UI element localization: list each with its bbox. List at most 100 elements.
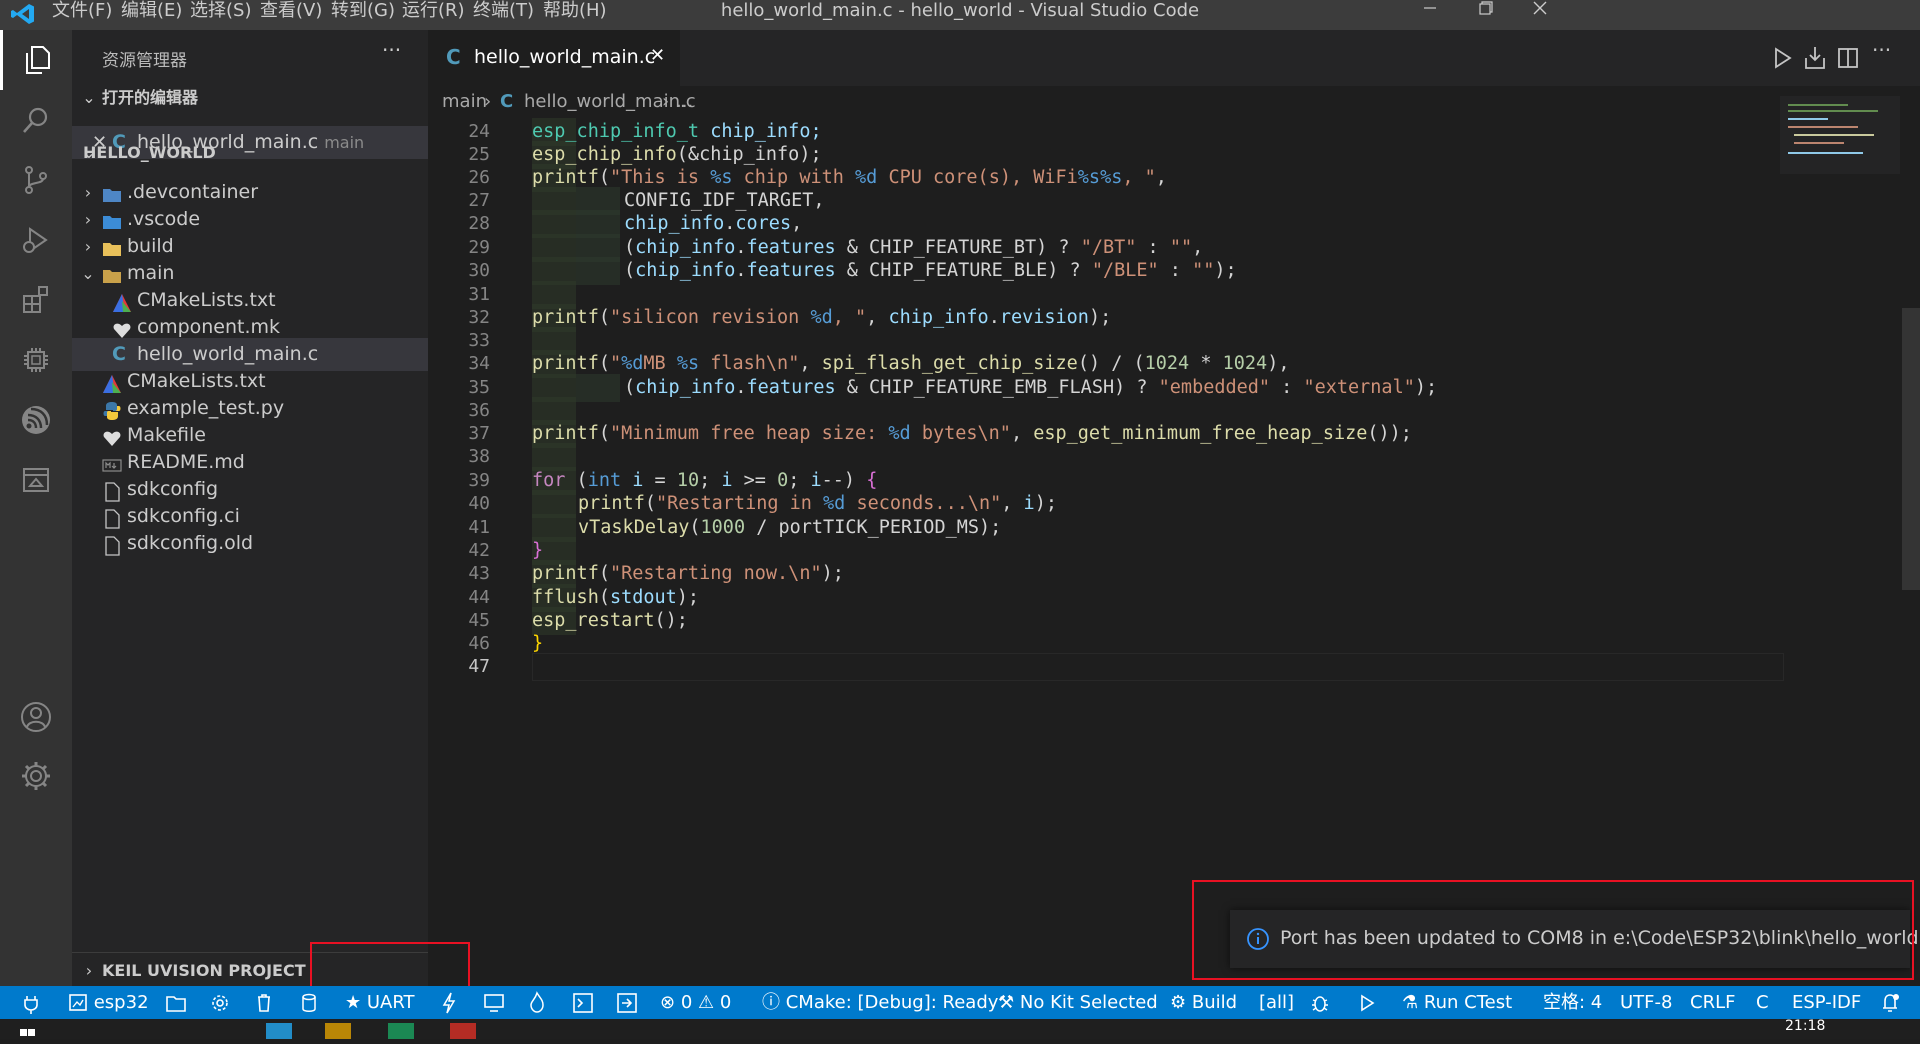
source-control-icon[interactable]: [0, 150, 72, 210]
code-line-30: (chip_info.features & CHIP_FEATURE_BLE) …: [624, 260, 1237, 281]
open-editors-section[interactable]: ⌄ 打开的编辑器: [72, 82, 428, 114]
language-selector[interactable]: C: [1756, 986, 1769, 1019]
minimize-button[interactable]: [1402, 0, 1458, 30]
play-icon[interactable]: [1358, 986, 1376, 1019]
esp-target-button[interactable]: esp32: [68, 986, 149, 1019]
remote-explorer-icon[interactable]: [0, 450, 72, 510]
uart-label: UART: [366, 992, 415, 1013]
debug-bug-icon[interactable]: [1310, 986, 1330, 1019]
flash-icon[interactable]: [440, 986, 458, 1019]
open-editors-title: 打开的编辑器: [102, 88, 199, 107]
chip-icon[interactable]: [0, 330, 72, 390]
tree-file-sdkconfig-old[interactable]: sdkconfig.old: [72, 527, 428, 560]
tab-hello-world-main[interactable]: C hello_world_main.c ✕: [428, 30, 680, 87]
breadcrumb-symbol[interactable]: ...: [676, 86, 693, 118]
build-button[interactable]: ⚙ Build: [1170, 986, 1237, 1019]
menu-selection[interactable]: 选择(S): [190, 0, 251, 30]
code-line-35: (chip_info.features & CHIP_FEATURE_EMB_F…: [624, 377, 1438, 398]
cmake-icon: [112, 291, 132, 312]
info-icon: ⓘ: [762, 992, 780, 1013]
explorer-taskbar-icon[interactable]: [325, 1023, 351, 1039]
menu-terminal[interactable]: 终端(T): [473, 0, 534, 30]
run-debug-icon[interactable]: [0, 210, 72, 270]
windows-taskbar: 21:18: [0, 1018, 1920, 1039]
espressif-icon[interactable]: [0, 390, 72, 450]
indent-guide: [576, 374, 620, 402]
c-file-icon: C: [500, 91, 514, 112]
encoding-selector[interactable]: UTF-8: [1620, 986, 1672, 1019]
esp-idf-indicator[interactable]: ESP-IDF: [1792, 986, 1861, 1019]
sidebar-header: 资源管理器 ···: [72, 30, 428, 86]
close-tab-icon[interactable]: ✕: [650, 45, 665, 66]
windows-start-icon[interactable]: [20, 1023, 36, 1039]
database-icon[interactable]: [300, 986, 318, 1019]
vertical-scrollbar-thumb[interactable]: [1902, 308, 1920, 590]
menu-help[interactable]: 帮助(H): [543, 0, 607, 30]
sign-in-icon[interactable]: [616, 986, 638, 1019]
flash-download-icon[interactable]: [1801, 44, 1829, 72]
run-icon[interactable]: [1768, 44, 1796, 72]
explorer-sidebar: 资源管理器 ··· ⌄ 打开的编辑器 ✕ C hello_world_main.…: [72, 30, 428, 986]
error-icon: ⊗: [660, 992, 676, 1013]
explorer-icon[interactable]: [0, 30, 72, 90]
beaker-icon: ⚗: [1402, 992, 1419, 1013]
monitor-icon[interactable]: [483, 986, 505, 1019]
bell-icon[interactable]: [1880, 986, 1900, 1019]
sidebar-title: 资源管理器: [102, 51, 187, 71]
problems-indicator[interactable]: ⊗ 0 ⚠ 0: [660, 986, 731, 1019]
menu-go[interactable]: 转到(G): [331, 0, 395, 30]
menu-run[interactable]: 运行(R): [402, 0, 465, 30]
keil-project-title: KEIL UVISION PROJECT: [102, 961, 306, 980]
extensions-icon[interactable]: [0, 270, 72, 330]
code-line-32: printf("silicon revision %d, ", chip_inf…: [532, 307, 1112, 328]
restore-button[interactable]: [1458, 0, 1514, 30]
eol-selector[interactable]: CRLF: [1690, 986, 1735, 1019]
hello-world-section[interactable]: ⌄ HELLO_WORLD: [72, 137, 428, 169]
vscode-taskbar-icon[interactable]: [266, 1023, 292, 1039]
browser-taskbar-icon[interactable]: [388, 1023, 414, 1039]
status-bar: esp32 ★ UART ⊗ 0 ⚠ 0 ⓘ CMake: [Debug]: R…: [0, 986, 1920, 1019]
indentation-selector[interactable]: 空格: 4: [1543, 986, 1602, 1019]
folder-devcontainer-icon: [102, 183, 122, 203]
title-bar: 文件(F) 编辑(E) 选择(S) 查看(V) 转到(G) 运行(R) 终端(T…: [0, 0, 1920, 30]
breadcrumb-file[interactable]: hello_world_main.c: [524, 86, 696, 118]
terminal-icon[interactable]: [572, 986, 594, 1019]
flame-icon[interactable]: [528, 986, 546, 1019]
cmake-status[interactable]: ⓘ CMake: [Debug]: Ready: [762, 986, 998, 1019]
uart-button[interactable]: ★ UART: [345, 986, 415, 1019]
folder-open-icon[interactable]: [165, 986, 187, 1019]
folder-icon: [102, 237, 122, 257]
code-editor[interactable]: 24 25 26 27 28 29 30 31 32 33 34 35 36 37 38 39 40 41 42 43…: [428, 96, 1920, 986]
menu-view[interactable]: 查看(V): [260, 0, 322, 30]
trash-icon[interactable]: [255, 986, 273, 1019]
editor-more-actions-icon[interactable]: ···: [1872, 38, 1891, 62]
gear-icon[interactable]: [210, 986, 230, 1019]
run-ctest-label: Run CTest: [1423, 992, 1513, 1013]
breadcrumb-folder[interactable]: main: [442, 86, 487, 118]
markdown-icon: [102, 453, 122, 473]
taskbar-clock: 21:18: [1785, 1018, 1826, 1034]
kit-selector[interactable]: ⚒ No Kit Selected: [998, 986, 1158, 1019]
code-line-41: vTaskDelay(1000 / portTICK_PERIOD_MS);: [578, 517, 1002, 538]
gear-icon[interactable]: [0, 746, 72, 806]
menu-edit[interactable]: 编辑(E): [121, 0, 182, 30]
minimap[interactable]: [1780, 96, 1900, 174]
breadcrumb: main › C hello_world_main.c › ...: [428, 86, 1920, 118]
account-icon[interactable]: [0, 687, 72, 747]
split-editor-icon[interactable]: [1834, 44, 1862, 72]
warning-icon: ⚠: [698, 992, 715, 1013]
build-target[interactable]: [all]: [1259, 986, 1294, 1019]
makefile-icon: [112, 318, 132, 338]
editor-tab-bar: C hello_world_main.c ✕ ···: [428, 30, 1920, 87]
line-number: 47: [468, 656, 490, 677]
menu-file[interactable]: 文件(F): [52, 0, 112, 30]
vscode-logo-icon: [10, 2, 36, 26]
folder-open-icon: [102, 264, 122, 284]
close-window-button[interactable]: [1512, 0, 1568, 30]
plug-icon[interactable]: [22, 986, 40, 1019]
file-icon: [102, 534, 122, 556]
search-icon[interactable]: [0, 90, 72, 150]
more-actions-button[interactable]: ···: [382, 38, 401, 62]
chrome-taskbar-icon[interactable]: [450, 1023, 476, 1039]
run-ctest-button[interactable]: ⚗ Run CTest: [1402, 986, 1512, 1019]
